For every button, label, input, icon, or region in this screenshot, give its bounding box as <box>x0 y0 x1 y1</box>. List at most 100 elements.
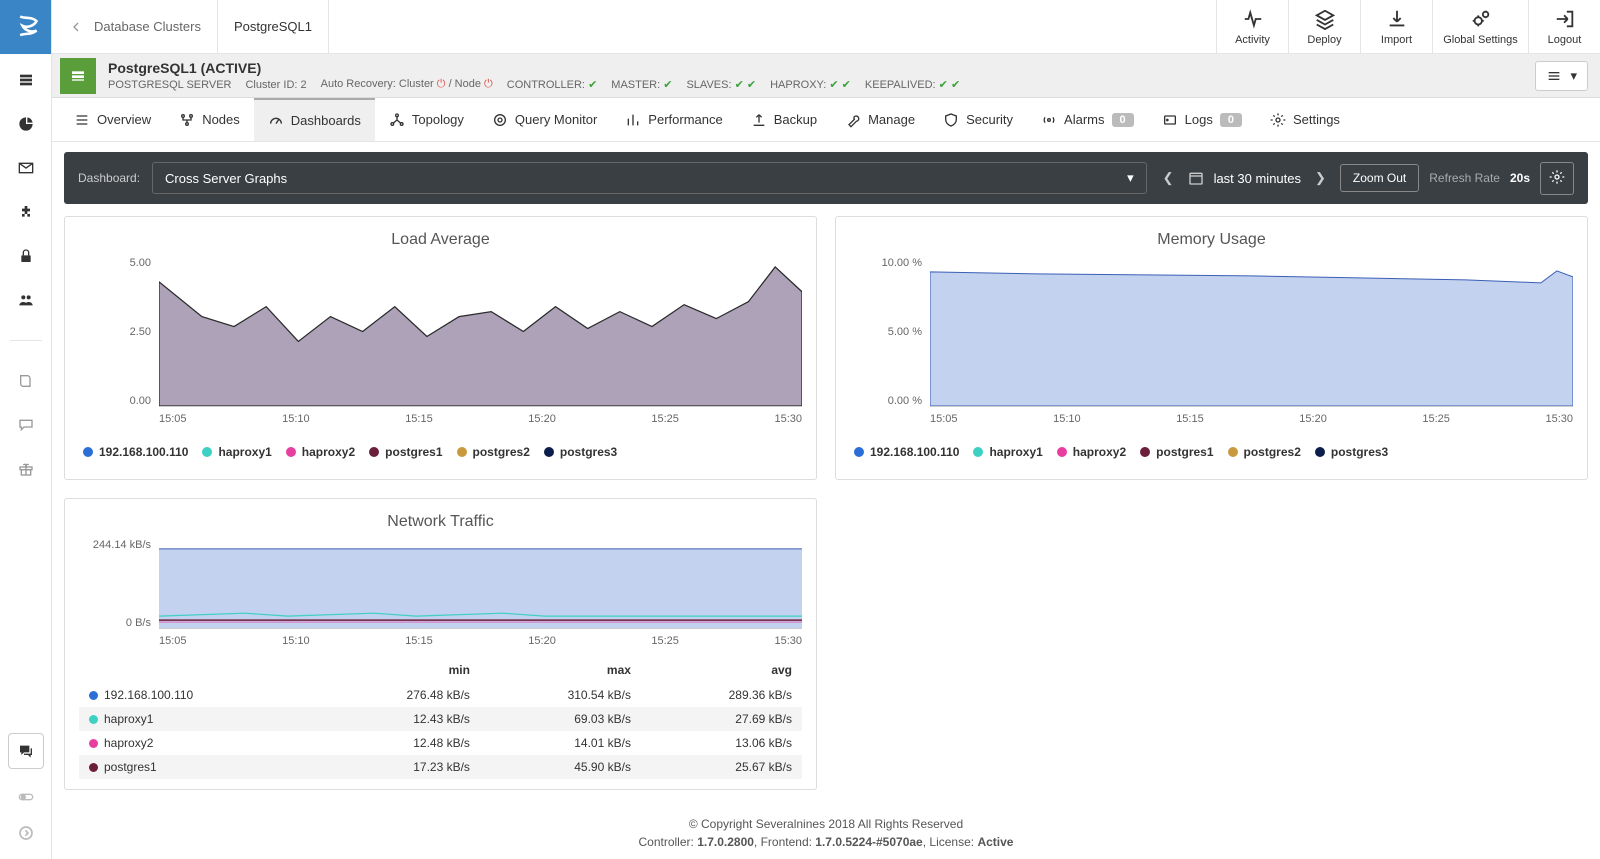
power-icon: ⏻ <box>484 78 493 90</box>
lock-icon[interactable] <box>18 248 34 264</box>
panel-title: Memory Usage <box>850 231 1573 249</box>
chart-plot[interactable] <box>159 539 802 629</box>
chart-plot[interactable] <box>159 257 802 407</box>
power-icon: ⏻ <box>437 78 446 90</box>
range-next[interactable]: ❯ <box>1311 170 1330 186</box>
legend-item[interactable]: postgres3 <box>1315 445 1388 459</box>
legend-item[interactable]: haproxy2 <box>286 445 355 459</box>
clusters-icon[interactable] <box>18 72 34 88</box>
time-range[interactable]: last 30 minutes <box>1214 171 1301 186</box>
table-row[interactable]: haproxy112.43 kB/s69.03 kB/s27.69 kB/s <box>79 707 802 731</box>
broadcast-icon <box>1041 112 1057 128</box>
legend-item[interactable]: 192.168.100.110 <box>83 445 188 459</box>
legend-item[interactable]: postgres2 <box>1228 445 1301 459</box>
activity-button[interactable]: Activity <box>1216 0 1288 54</box>
alarms-badge: 0 <box>1112 113 1134 127</box>
left-sidebar <box>0 0 52 859</box>
dashboard-select[interactable]: Cross Server Graphs ▾ <box>152 162 1147 194</box>
bar-chart-icon <box>625 112 641 128</box>
toggle-icon[interactable] <box>18 789 34 805</box>
range-prev[interactable]: ❮ <box>1159 170 1178 186</box>
chat-icon[interactable] <box>18 417 34 433</box>
gift-icon[interactable] <box>18 461 34 477</box>
panel-network-traffic: Network Traffic 244.14 kB/s0 B/s <box>64 498 817 790</box>
table-row[interactable]: 192.168.100.110276.48 kB/s310.54 kB/s289… <box>79 683 802 707</box>
gears-icon <box>1470 8 1492 30</box>
legend-item[interactable]: haproxy1 <box>202 445 271 459</box>
table-row[interactable]: haproxy212.48 kB/s14.01 kB/s13.06 kB/s <box>79 731 802 755</box>
table-row[interactable]: postgres117.23 kB/s45.90 kB/s25.67 kB/s <box>79 755 802 779</box>
docs-icon[interactable] <box>18 373 34 389</box>
gear-icon <box>1549 169 1565 185</box>
tab-settings[interactable]: Settings <box>1256 98 1354 141</box>
menu-icon <box>74 112 90 128</box>
cluster-actions-menu[interactable]: ▾ <box>1535 61 1588 91</box>
y-axis-labels: 10.00 %5.00 %0.00 % <box>850 257 930 407</box>
gear-icon <box>1270 112 1286 128</box>
cluster-subtitle: POSTGRESQL SERVER <box>108 79 231 91</box>
tab-performance[interactable]: Performance <box>611 98 736 141</box>
tab-security[interactable]: Security <box>929 98 1027 141</box>
tab-alarms[interactable]: Alarms0 <box>1027 98 1148 141</box>
drive-icon <box>1162 112 1178 128</box>
tab-nodes[interactable]: Nodes <box>165 98 254 141</box>
chart-legend: 192.168.100.110 haproxy1 haproxy2 postgres1… <box>79 435 802 469</box>
check-icon: ✔ <box>829 79 838 91</box>
wrench-icon <box>845 112 861 128</box>
panel-memory-usage: Memory Usage 10.00 %5.00 %0.00 % 15:0515… <box>835 216 1588 480</box>
legend-item[interactable]: postgres3 <box>544 445 617 459</box>
topology-icon <box>389 112 405 128</box>
legend-item[interactable]: haproxy1 <box>973 445 1042 459</box>
chart-pie-icon[interactable] <box>18 116 34 132</box>
logo[interactable] <box>0 0 51 54</box>
x-axis-labels: 15:0515:1015:1515:2015:2515:30 <box>930 413 1573 425</box>
x-axis-labels: 15:0515:1015:1515:2015:2515:30 <box>159 413 802 425</box>
plugin-icon[interactable] <box>18 204 34 220</box>
cluster-status-icon <box>60 58 96 94</box>
auto-recovery: Auto Recovery: Cluster ⏻ / Node ⏻ <box>321 78 493 91</box>
chart-plot[interactable] <box>930 257 1573 407</box>
tab-overview[interactable]: Overview <box>60 98 165 141</box>
list-icon <box>1546 68 1562 84</box>
check-icon: ✔ <box>747 79 756 91</box>
tab-backup[interactable]: Backup <box>737 98 831 141</box>
users-icon[interactable] <box>18 292 34 308</box>
mail-icon[interactable] <box>18 160 34 176</box>
gauge-icon <box>268 113 284 129</box>
refresh-rate-value[interactable]: 20s <box>1510 171 1530 185</box>
tab-topology[interactable]: Topology <box>375 98 478 141</box>
dashboard-label: Dashboard: <box>78 171 140 185</box>
messages-icon[interactable] <box>8 733 44 769</box>
deploy-button[interactable]: Deploy <box>1288 0 1360 54</box>
check-icon: ✔ <box>663 79 672 91</box>
page-footer: © Copyright Severalnines 2018 All Rights… <box>52 807 1600 859</box>
tab-query-monitor[interactable]: Query Monitor <box>478 98 611 141</box>
forward-icon[interactable] <box>18 825 34 841</box>
logout-button[interactable]: Logout <box>1528 0 1600 54</box>
import-button[interactable]: Import <box>1360 0 1432 54</box>
breadcrumb-back[interactable]: Database Clusters <box>52 0 218 54</box>
calendar-icon <box>1188 170 1204 186</box>
y-axis-labels: 5.002.500.00 <box>79 257 159 407</box>
activity-icon <box>1242 8 1264 30</box>
tab-dashboards[interactable]: Dashboards <box>254 98 375 141</box>
chevron-left-icon <box>68 19 84 35</box>
topbar: Database Clusters PostgreSQL1 Activity D… <box>52 0 1600 54</box>
check-icon: ✔ <box>939 79 948 91</box>
global-settings-button[interactable]: Global Settings <box>1432 0 1528 54</box>
legend-item[interactable]: postgres1 <box>369 445 442 459</box>
cluster-name: PostgreSQL1 (ACTIVE) <box>108 60 960 76</box>
sidebar-separator <box>10 340 42 341</box>
import-icon <box>1386 8 1408 30</box>
legend-item[interactable]: postgres1 <box>1140 445 1213 459</box>
legend-item[interactable]: 192.168.100.110 <box>854 445 959 459</box>
legend-item[interactable]: postgres2 <box>457 445 530 459</box>
tab-manage[interactable]: Manage <box>831 98 929 141</box>
layers-icon <box>1314 8 1336 30</box>
x-axis-labels: 15:0515:1015:1515:2015:2515:30 <box>159 635 802 647</box>
tab-logs[interactable]: Logs0 <box>1148 98 1256 141</box>
dashboard-settings-button[interactable] <box>1540 162 1574 195</box>
zoom-out-button[interactable]: Zoom Out <box>1340 164 1419 192</box>
legend-item[interactable]: haproxy2 <box>1057 445 1126 459</box>
chart-legend: 192.168.100.110 haproxy1 haproxy2 postgres1… <box>850 435 1573 469</box>
